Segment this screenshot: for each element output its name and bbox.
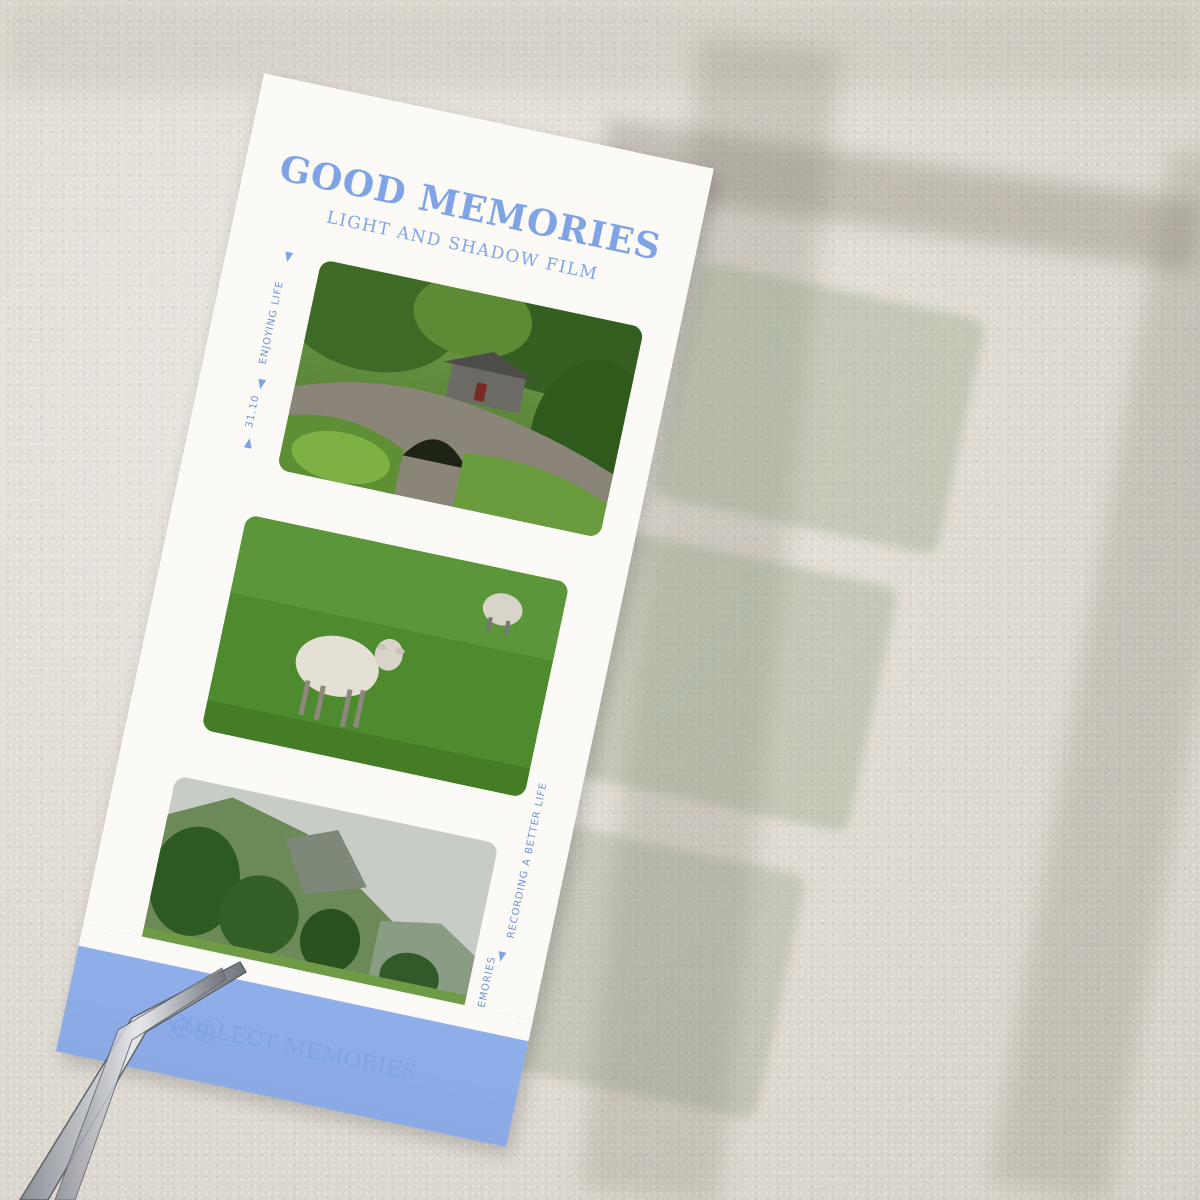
shadow-photo-1 (652, 260, 987, 556)
triangle-marker (283, 251, 294, 263)
side-text-date: 31.10 (244, 393, 262, 429)
sheep-image (201, 514, 570, 798)
sheep-photo (201, 514, 570, 798)
side-text-enjoying: ENJOYING LIFE (257, 279, 287, 366)
triangle-marker (243, 437, 254, 449)
triangle-marker (256, 378, 267, 391)
window-shadow-right (989, 147, 1200, 1200)
stone-bridge-photo (276, 259, 645, 539)
window-shadow-upper (0, 0, 1200, 90)
side-text-recording: RECORDING A BETTER LIFE (505, 781, 550, 940)
stone-bridge-image (276, 259, 645, 539)
